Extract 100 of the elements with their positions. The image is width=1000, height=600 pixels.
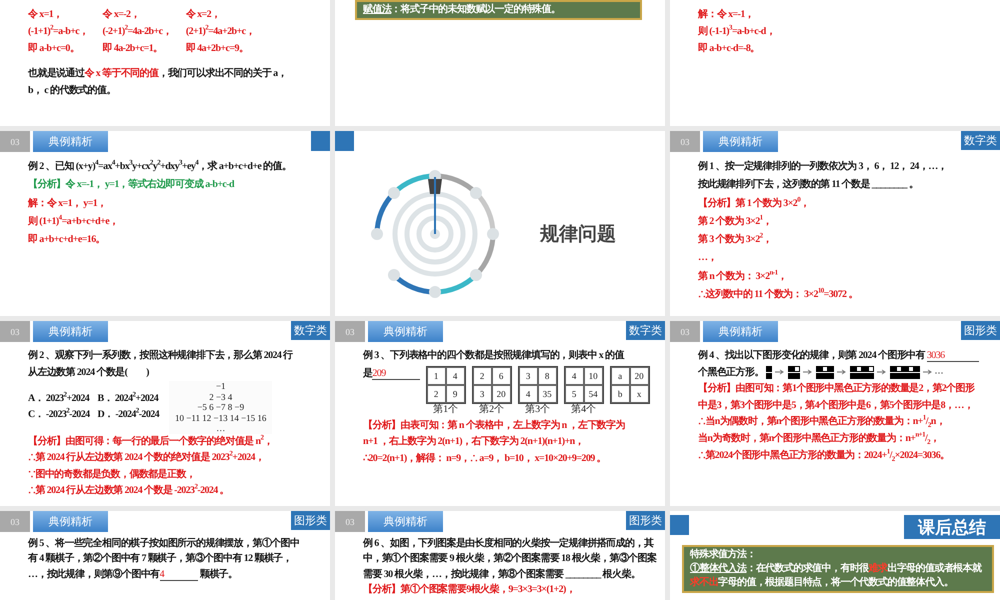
solution-text: 第 3 个数为 3×2$^{2}$，	[698, 231, 773, 248]
note-text: ①整体代入法：在代数式的求值中，有时很难求出字母的值或者根本就 求不出字母的值，根据题目特点，将一个代数式的值整体代入。	[690, 562, 983, 590]
question-text: 个黑色正方形。	[698, 365, 764, 380]
solution-text: 令 x=-2，	[102, 8, 141, 22]
category-tag: 图形类	[626, 511, 665, 530]
solution-text: ∴第2024个图形中黑色正方形的数量为：2024+$^{1}$/$_{2}$×2024=3036。	[698, 448, 950, 464]
table-cell: 2	[472, 366, 492, 385]
table-cell: 35	[538, 384, 557, 403]
question-text: 例 4 、找出以下图形变化的规律，则第 2024 个图形中有 3036	[698, 348, 997, 365]
solution-text: 【分析】第①个图案需要9根火柴，9=3×3=3×(1+2)，	[363, 582, 576, 598]
section-number: 03	[335, 511, 365, 532]
number-row: …	[216, 423, 226, 434]
corner-square	[335, 131, 354, 151]
slide-title: 典例精析	[368, 511, 443, 532]
question-text: b， c 的代数式的值。	[28, 84, 117, 98]
slide-thumbnail[interactable]: 03 典例精析 例 2 、已知 (x+y)$^{4}$=ax$^{4}$+bx$^{3}$y+cx$^{2}$y$^{2}$+dxy$^{3}$+ey$^{4}$，求 a+b+c+d+e 的值。 【分析】令 x=-1， y=1，等式右边即可变成 a-b+c-d 解：令 x=1， y=1， 则 (1+1)$^{4}$=a+b+c+d+e， 即 a+b+c+d+e=16。	[0, 131, 330, 316]
solution-text: 则 (1+1)$^{4}$=a+b+c+d+e，	[28, 212, 120, 229]
section-title: 课后总结	[904, 515, 1000, 539]
solution-text: (2+1)$^{2}$=4a+2b+c，	[186, 23, 255, 39]
section-number: 03	[670, 131, 700, 152]
note-text: 特殊求值方法：	[690, 548, 757, 562]
number-row: −5 6 −7 8 −9	[197, 402, 244, 413]
option-text: C． -2023$^{2}$-2024	[28, 407, 90, 422]
question-text: …，按此规律，则第⑨个图中有4 颗棋子。	[28, 568, 239, 582]
category-tag: 图形类	[291, 511, 330, 530]
solution-text: 【分析】由图可得：每一行的最后一个数字的绝对值是 n$^{2}$，	[28, 434, 274, 449]
slide-thumbnail[interactable]	[335, 321, 665, 506]
table-cell: 8	[538, 366, 557, 385]
table-cell: 3	[518, 366, 538, 385]
slide-thumbnail[interactable]	[0, 321, 330, 506]
solution-text: 即 4a-2b+c=1。	[102, 42, 164, 56]
table-cell: 9	[446, 384, 465, 403]
section-number: 03	[335, 321, 365, 342]
category-tag: 数字类	[291, 321, 330, 340]
table-cell: 5	[564, 384, 584, 403]
solution-text: n+1 ，右上数字为 2(n+1)，右下数字为 2(n+1)(n+1)+n，	[363, 434, 585, 450]
slide-thumbnail[interactable]: 令 x=1， 令 x=-2， 令 x=2， (-1+1)$^{2}$=a-b+c， (-2+1)$^{2}$=4a-2b+c， (2+1)$^{2}$=4a+2b+c， 即 a-b+c=0。 即 4a-2b+c=1。 即 4a+2b+c=9。 也就是说通过令 x 等于不同的值，我们可以求出不同的关于 a， b， c 的代数式的值。	[0, 0, 330, 126]
section-number: 03	[0, 511, 30, 532]
slide-thumbnail[interactable]: 赋值法：将式子中的未知数赋以一定的特殊值。	[335, 0, 665, 126]
option-text: B． 2024$^{2}$+2024	[98, 390, 160, 406]
table-cell: 1	[426, 366, 446, 385]
section-number: 03	[670, 321, 700, 342]
number-row: 10 −11 12 −13 14 −15 16	[175, 412, 266, 424]
solution-text: 【分析】第 1 个数为 3×2$^{0}$，	[698, 194, 811, 211]
solution-text: (-2+1)$^{2}$=4a-2b+c，	[102, 23, 172, 39]
solution-text: …，	[698, 251, 718, 266]
question-text: 是209	[363, 366, 420, 382]
question-text: 例 6 、如图，下列图案是由长度相同的火柴按一定规律拼搭而成的，其	[363, 536, 655, 551]
solution-text: 第 n 个数为： 3×2$^{n-1}$，	[698, 268, 788, 284]
question-text: 从左边数第 2024 个数是( )	[28, 366, 150, 380]
question-text: 中，第①个图案需要 9 根火柴，第②个图案需要 18 根火柴，第③个图案	[363, 551, 658, 566]
solution-text: 即 4a+2b+c=9。	[186, 42, 250, 56]
table-cell: a	[610, 366, 630, 385]
solution-text: ∴当n为偶数时，第n个图形中黑色正方形的数量为：n+$^{1}$/$_{2}$n，	[698, 414, 946, 431]
solution-text: ∴第 2024 行从左边数第 2024 个数的绝对值是 2023$^{2}$+2024，	[28, 450, 266, 466]
solution-text: 【分析】由图可知：第1个图形中黑色正方形的数量是2，第2个图形	[698, 381, 976, 396]
slide-thumbnail[interactable]: 课后总结 特殊求值方法： ①整体代入法：在代数式的求值中，有时很难求出字母的值或者根本就 求不出字母的值，根据题目特点，将一个代数式的值整体代入。	[670, 511, 1000, 600]
table-cell: 3	[472, 384, 492, 403]
solution-text: 当n为奇数时，第n个图形中黑色正方形的数量为：n+$^{n+1}$/$_{2}$，	[698, 430, 940, 448]
table-cell: 54	[584, 384, 603, 403]
option-text: D． -2024$^{2}$-2024	[98, 407, 160, 422]
solution-text: 解：令 x=1， y=1，	[28, 196, 108, 211]
slide-thumbnail[interactable]: 03 典例精析 图形类 例 5 、将一些完全相同的棋子按如图所示的规律摆放，第①个图中 有 4 颗棋子，第②个图中有 7 颗棋子，第③个图中有 12 颗棋子， …，按此规律，则第⑨个图中有4 颗棋子。	[0, 511, 330, 600]
table-cell: 4	[446, 366, 465, 385]
solution-text: 则 (-1-1)$^{3}$=a-b+c-d，	[698, 23, 776, 39]
number-row: −1	[216, 381, 226, 392]
question-text: 例 3 、下列表格中的四个数都是按照规律填写的，则表中 x 的值	[363, 348, 626, 363]
number-row: 2 −3 4	[209, 392, 232, 402]
category-tag: 数字类	[961, 131, 1000, 150]
question-text: 例 5 、将一些完全相同的棋子按如图所示的规律摆放，第①个图中	[28, 536, 300, 551]
slide-title: 典例精析	[703, 321, 778, 342]
category-tag: 数字类	[626, 321, 665, 340]
note-text: 赋值法：将式子中的未知数赋以一定的特殊值。	[363, 3, 562, 17]
solution-text: 即 a-b+c-d=-8。	[698, 42, 761, 56]
slide-title: 典例精析	[703, 131, 778, 152]
table-caption: 第1个	[433, 404, 458, 416]
corner-square	[670, 515, 689, 535]
slide-thumbnail[interactable]: 解：令 x=-1， 则 (-1-1)$^{3}$=a-b+c-d， 即 a-b+c-d=-8。	[670, 0, 1000, 126]
table-caption: 第4个	[571, 404, 596, 416]
slide-title: 典例精析	[33, 321, 108, 342]
slide-title: 典例精析	[368, 321, 443, 342]
solution-text: 即 a-b+c=0。	[28, 42, 80, 56]
analysis-text: 【分析】令 x=-1， y=1，等式右边即可变成 a-b+c-d	[28, 177, 236, 192]
solution-text: 中是3，第3个图形中是5，第4个图形中是6，第5个图形中是8，…，	[698, 398, 974, 413]
section-number: 03	[0, 321, 30, 342]
question-text: 按此规律排列下去，这列数的第 11 个数是 ________ 。	[698, 177, 920, 192]
solution-text: ∵图中的奇数都是负数，偶数都是正数，	[28, 468, 196, 482]
slide-thumbnail[interactable]: 规律问题	[335, 131, 665, 316]
slide-thumbnail[interactable]: 03 典例精析 数字类 例 1 、按一定规律排列的一列数依次为 3， 6， 12， 24，…， 按此规律排列下去，这列数的第 11 个数是 ________ 。 【分析】第 1 个数为 3×2$^{0}$， 第 2 个数为 3×2$^{1}$， 第 3 个数为 3×2$^{2}$， …， 第 n 个数为： 3×2$^{n-1}$， ∴这列数中的 11 个数为： 3×2$^{10}$=3072 。	[670, 131, 1000, 316]
solution-text: ∴这列数中的 11 个数为： 3×2$^{10}$=3072 。	[698, 286, 859, 302]
question-text: 也就是说通过令 x 等于不同的值，我们可以求出不同的关于 a，	[28, 66, 288, 81]
question-text: 例 1 、按一定规律排列的一列数依次为 3， 6， 12， 24，…，	[698, 159, 948, 174]
solution-text: 第 2 个数为 3×2$^{1}$，	[698, 212, 773, 229]
question-text: 例 2 、观察下列一系列数，按照这种规律排下去，那么第 2024 行	[28, 348, 294, 363]
slide-thumbnail[interactable]	[670, 321, 1000, 506]
solution-text: 令 x=2，	[186, 8, 222, 22]
solution-text: ∴20=2(n+1)，解得： n=9，∴ a=9， b=10， x=10×20+9=209 。	[363, 452, 607, 466]
section-title: 规律问题	[540, 222, 616, 246]
solution-text: 令 x=1，	[28, 8, 64, 22]
slide-thumbnail[interactable]: 03 典例精析 图形类 例 6 、如图，下列图案是由长度相同的火柴按一定规律拼搭而成的，其 中，第①个图案需要 9 根火柴，第②个图案需要 18 根火柴，第③个图案 需要 30 根火柴，…，按此规律，第⑧个图案需要 ________ 根火柴。 【分析】第①个图案需要9根火柴，9=3×3=3×(1+2)，	[335, 511, 665, 600]
